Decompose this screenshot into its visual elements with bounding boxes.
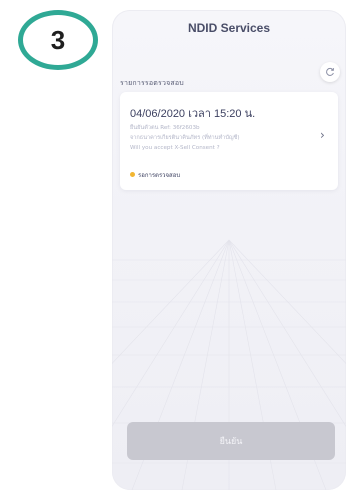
phone-screen: NDID Services รายการรอตรวจสอบ 04/06/2020… [112,10,346,490]
refresh-button[interactable] [320,62,340,82]
request-card[interactable]: 04/06/2020 เวลา 15:20 น. ยืนยันตัวตน Ref… [120,92,338,190]
confirm-button[interactable]: ยืนยัน [127,422,335,460]
status-dot-icon [130,172,135,177]
step-number: 3 [50,24,66,55]
nav-title: NDID Services [187,21,271,35]
request-datetime: 04/06/2020 เวลา 15:20 น. [130,108,256,120]
refresh-icon [326,67,335,76]
section-header: รายการรอตรวจสอบ [120,79,184,87]
request-source: จากธนาคารเกียรตินาคินภัทร (ที่ท่านทำบัญช… [130,135,240,141]
request-question: Will you accept X-Sell Consent ? [130,145,220,151]
status-text: รอการตรวจสอบ [138,172,181,179]
step-badge: 3 [18,10,98,70]
chevron-right-icon: › [320,128,325,142]
request-ref: ยืนยันตัวตน Ref: 36f2603b [130,125,200,131]
